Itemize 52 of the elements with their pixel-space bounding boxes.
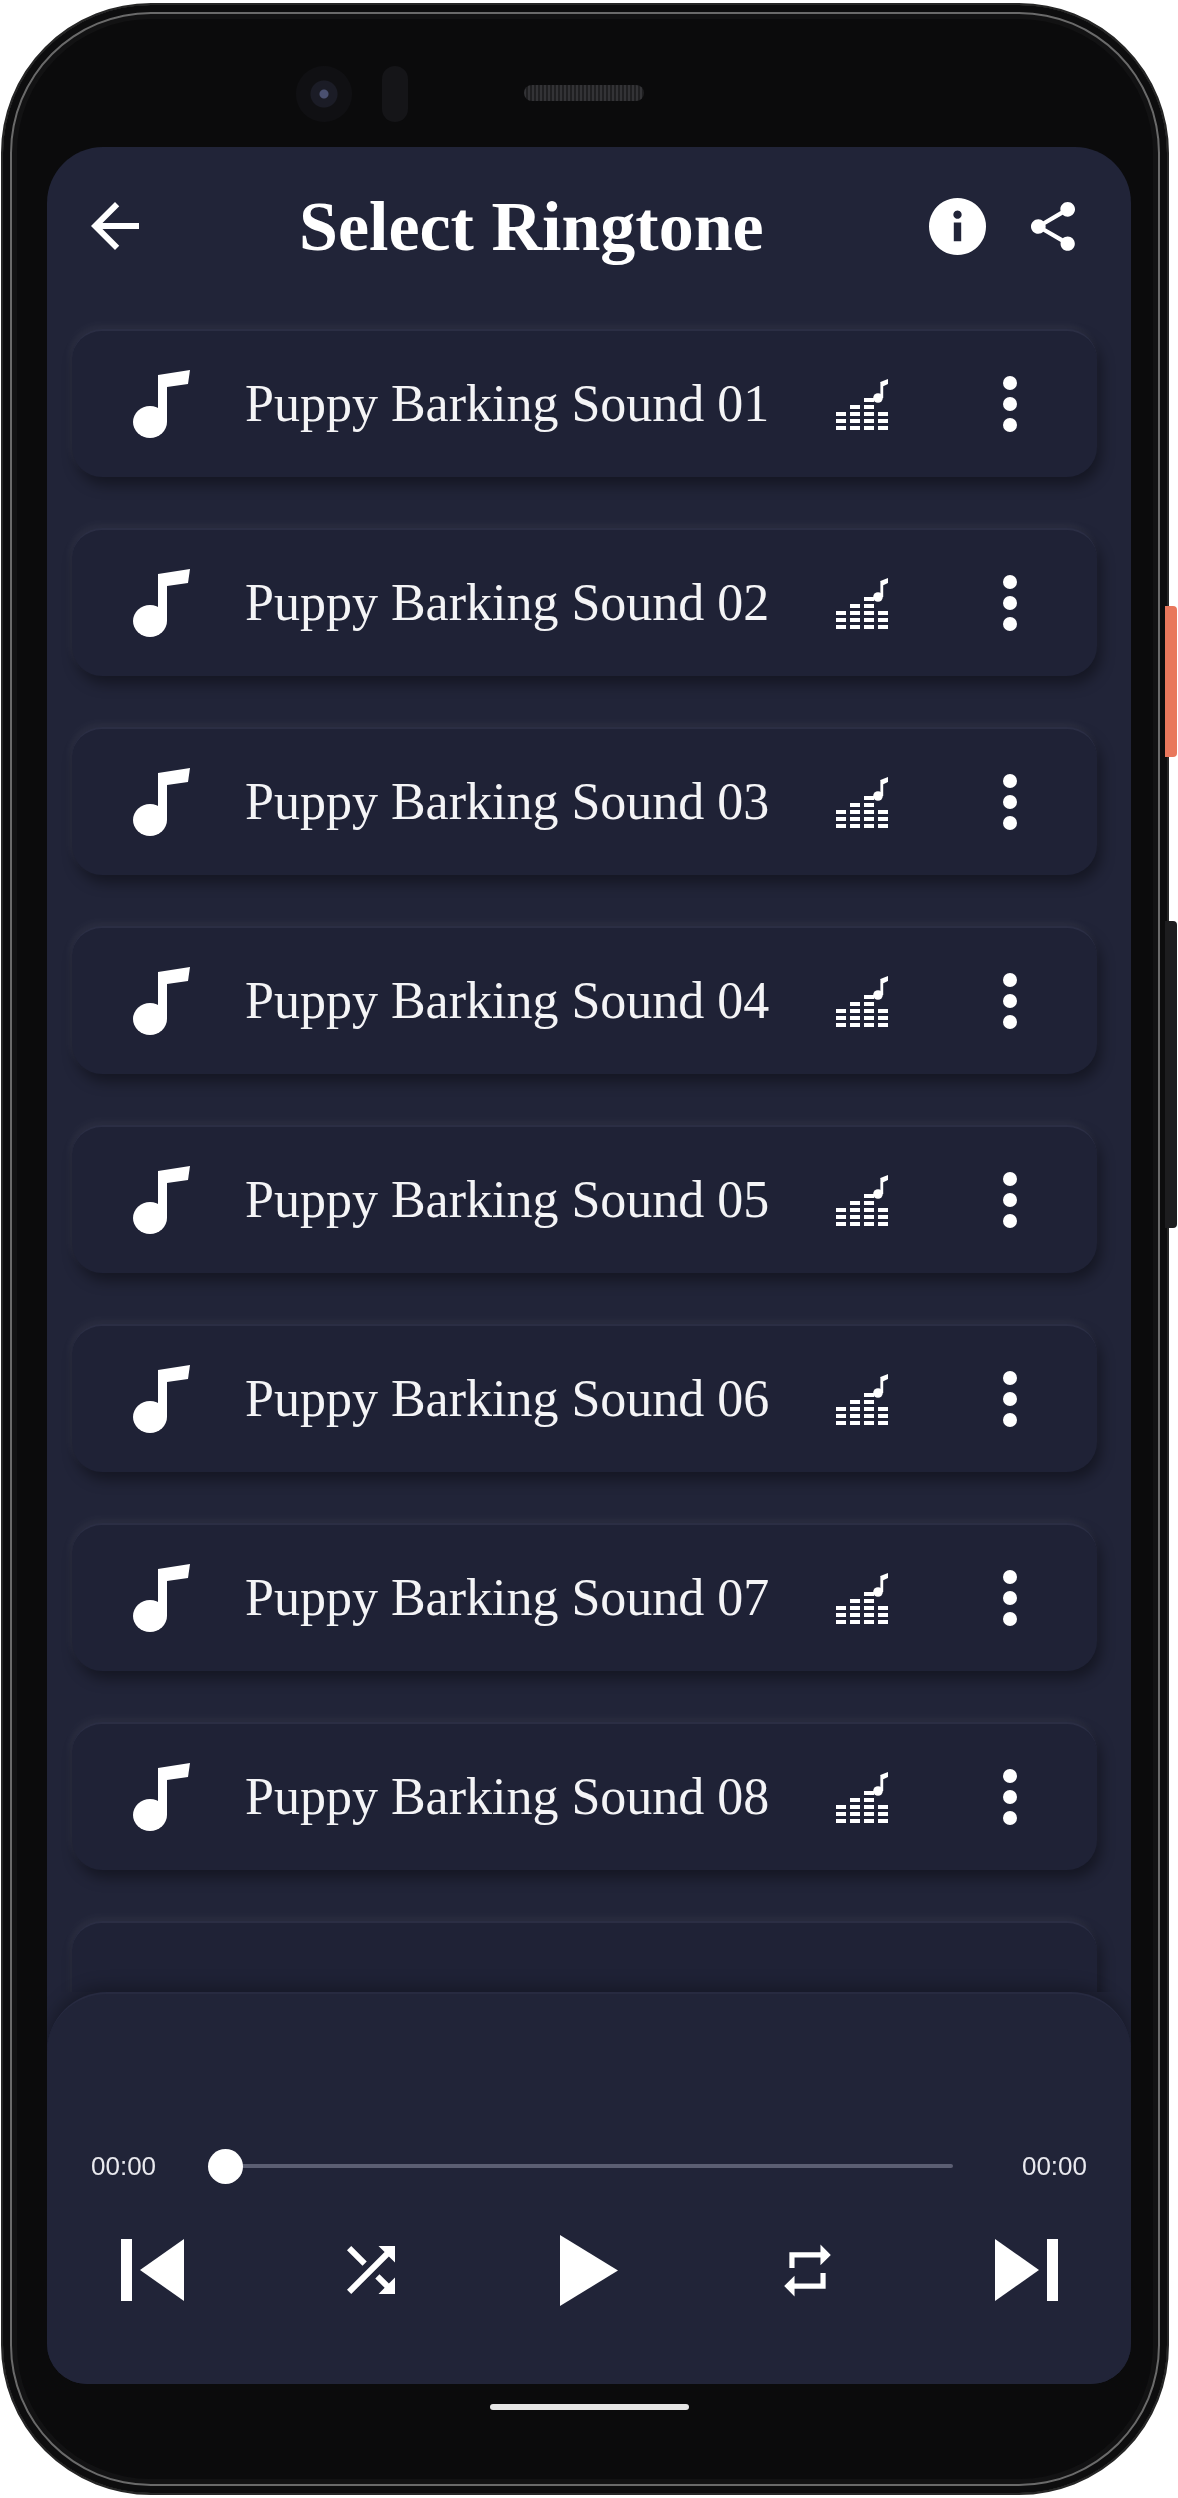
- more-icon: [1003, 1172, 1017, 1228]
- ringtone-card[interactable]: Puppy Barking Sound 07: [72, 1523, 1097, 1671]
- equalizer-icon: [836, 577, 888, 629]
- ringtone-card[interactable]: Puppy Barking Sound 01: [72, 329, 1097, 477]
- ringtone-card[interactable]: Puppy Barking Sound 06: [72, 1324, 1097, 1472]
- equalizer-icon: [836, 975, 888, 1027]
- ringtone-title: Puppy Barking Sound 04: [245, 970, 771, 1031]
- music-note-icon: [133, 1564, 190, 1632]
- equalizer-icon: [836, 1174, 888, 1226]
- more-icon: [1003, 575, 1017, 631]
- share-icon: [1030, 200, 1076, 252]
- equalizer-icon: [836, 776, 888, 828]
- skip-previous-icon: [120, 2239, 184, 2301]
- info-icon: [929, 197, 986, 255]
- music-note-icon: [133, 569, 190, 637]
- ringtone-card[interactable]: Puppy Barking Sound 04: [72, 926, 1097, 1074]
- shuffle-icon: [346, 2246, 395, 2294]
- music-note-icon: [133, 768, 190, 836]
- music-note-icon: [133, 1763, 190, 1831]
- elapsed-time: 00:00: [91, 2150, 157, 2182]
- ringtone-title: Puppy Barking Sound 05: [245, 1169, 771, 1230]
- back-arrow-icon: [91, 202, 139, 250]
- ringtone-title: Puppy Barking Sound 06: [245, 1368, 771, 1429]
- equalizer-icon: [836, 1373, 888, 1425]
- skip-next-icon: [994, 2239, 1058, 2301]
- ringtone-title: Puppy Barking Sound 02: [245, 572, 771, 633]
- music-note-icon: [133, 370, 190, 438]
- more-icon: [1003, 973, 1017, 1029]
- ringtone-title: Puppy Barking Sound 03: [245, 771, 771, 832]
- more-icon: [1003, 1769, 1017, 1825]
- music-note-icon: [133, 1365, 190, 1433]
- music-note-icon: [133, 1166, 190, 1234]
- speaker-grille-icon: [524, 85, 644, 101]
- ringtone-card[interactable]: Puppy Barking Sound 03: [72, 727, 1097, 875]
- screen-title: Select Ringtone: [299, 187, 764, 265]
- more-icon: [1003, 774, 1017, 830]
- ringtone-title: Puppy Barking Sound 01: [245, 373, 771, 434]
- music-note-icon: [133, 967, 190, 1035]
- ringtone-card[interactable]: Puppy Barking Sound 08: [72, 1722, 1097, 1870]
- more-icon: [1003, 376, 1017, 432]
- total-time: 00:00: [1021, 2150, 1087, 2182]
- equalizer-icon: [836, 378, 888, 430]
- more-icon: [1003, 1371, 1017, 1427]
- play-icon: [560, 2234, 618, 2306]
- equalizer-icon: [836, 1771, 888, 1823]
- equalizer-icon: [836, 1572, 888, 1624]
- ringtone-title: Puppy Barking Sound 07: [245, 1567, 771, 1628]
- more-icon: [1003, 1570, 1017, 1626]
- ringtone-card[interactable]: Puppy Barking Sound 05: [72, 1125, 1097, 1273]
- ringtone-title: Puppy Barking Sound 08: [245, 1766, 771, 1827]
- slider-thumb[interactable]: [208, 2148, 244, 2184]
- ringtone-card[interactable]: Puppy Barking Sound 02: [72, 528, 1097, 676]
